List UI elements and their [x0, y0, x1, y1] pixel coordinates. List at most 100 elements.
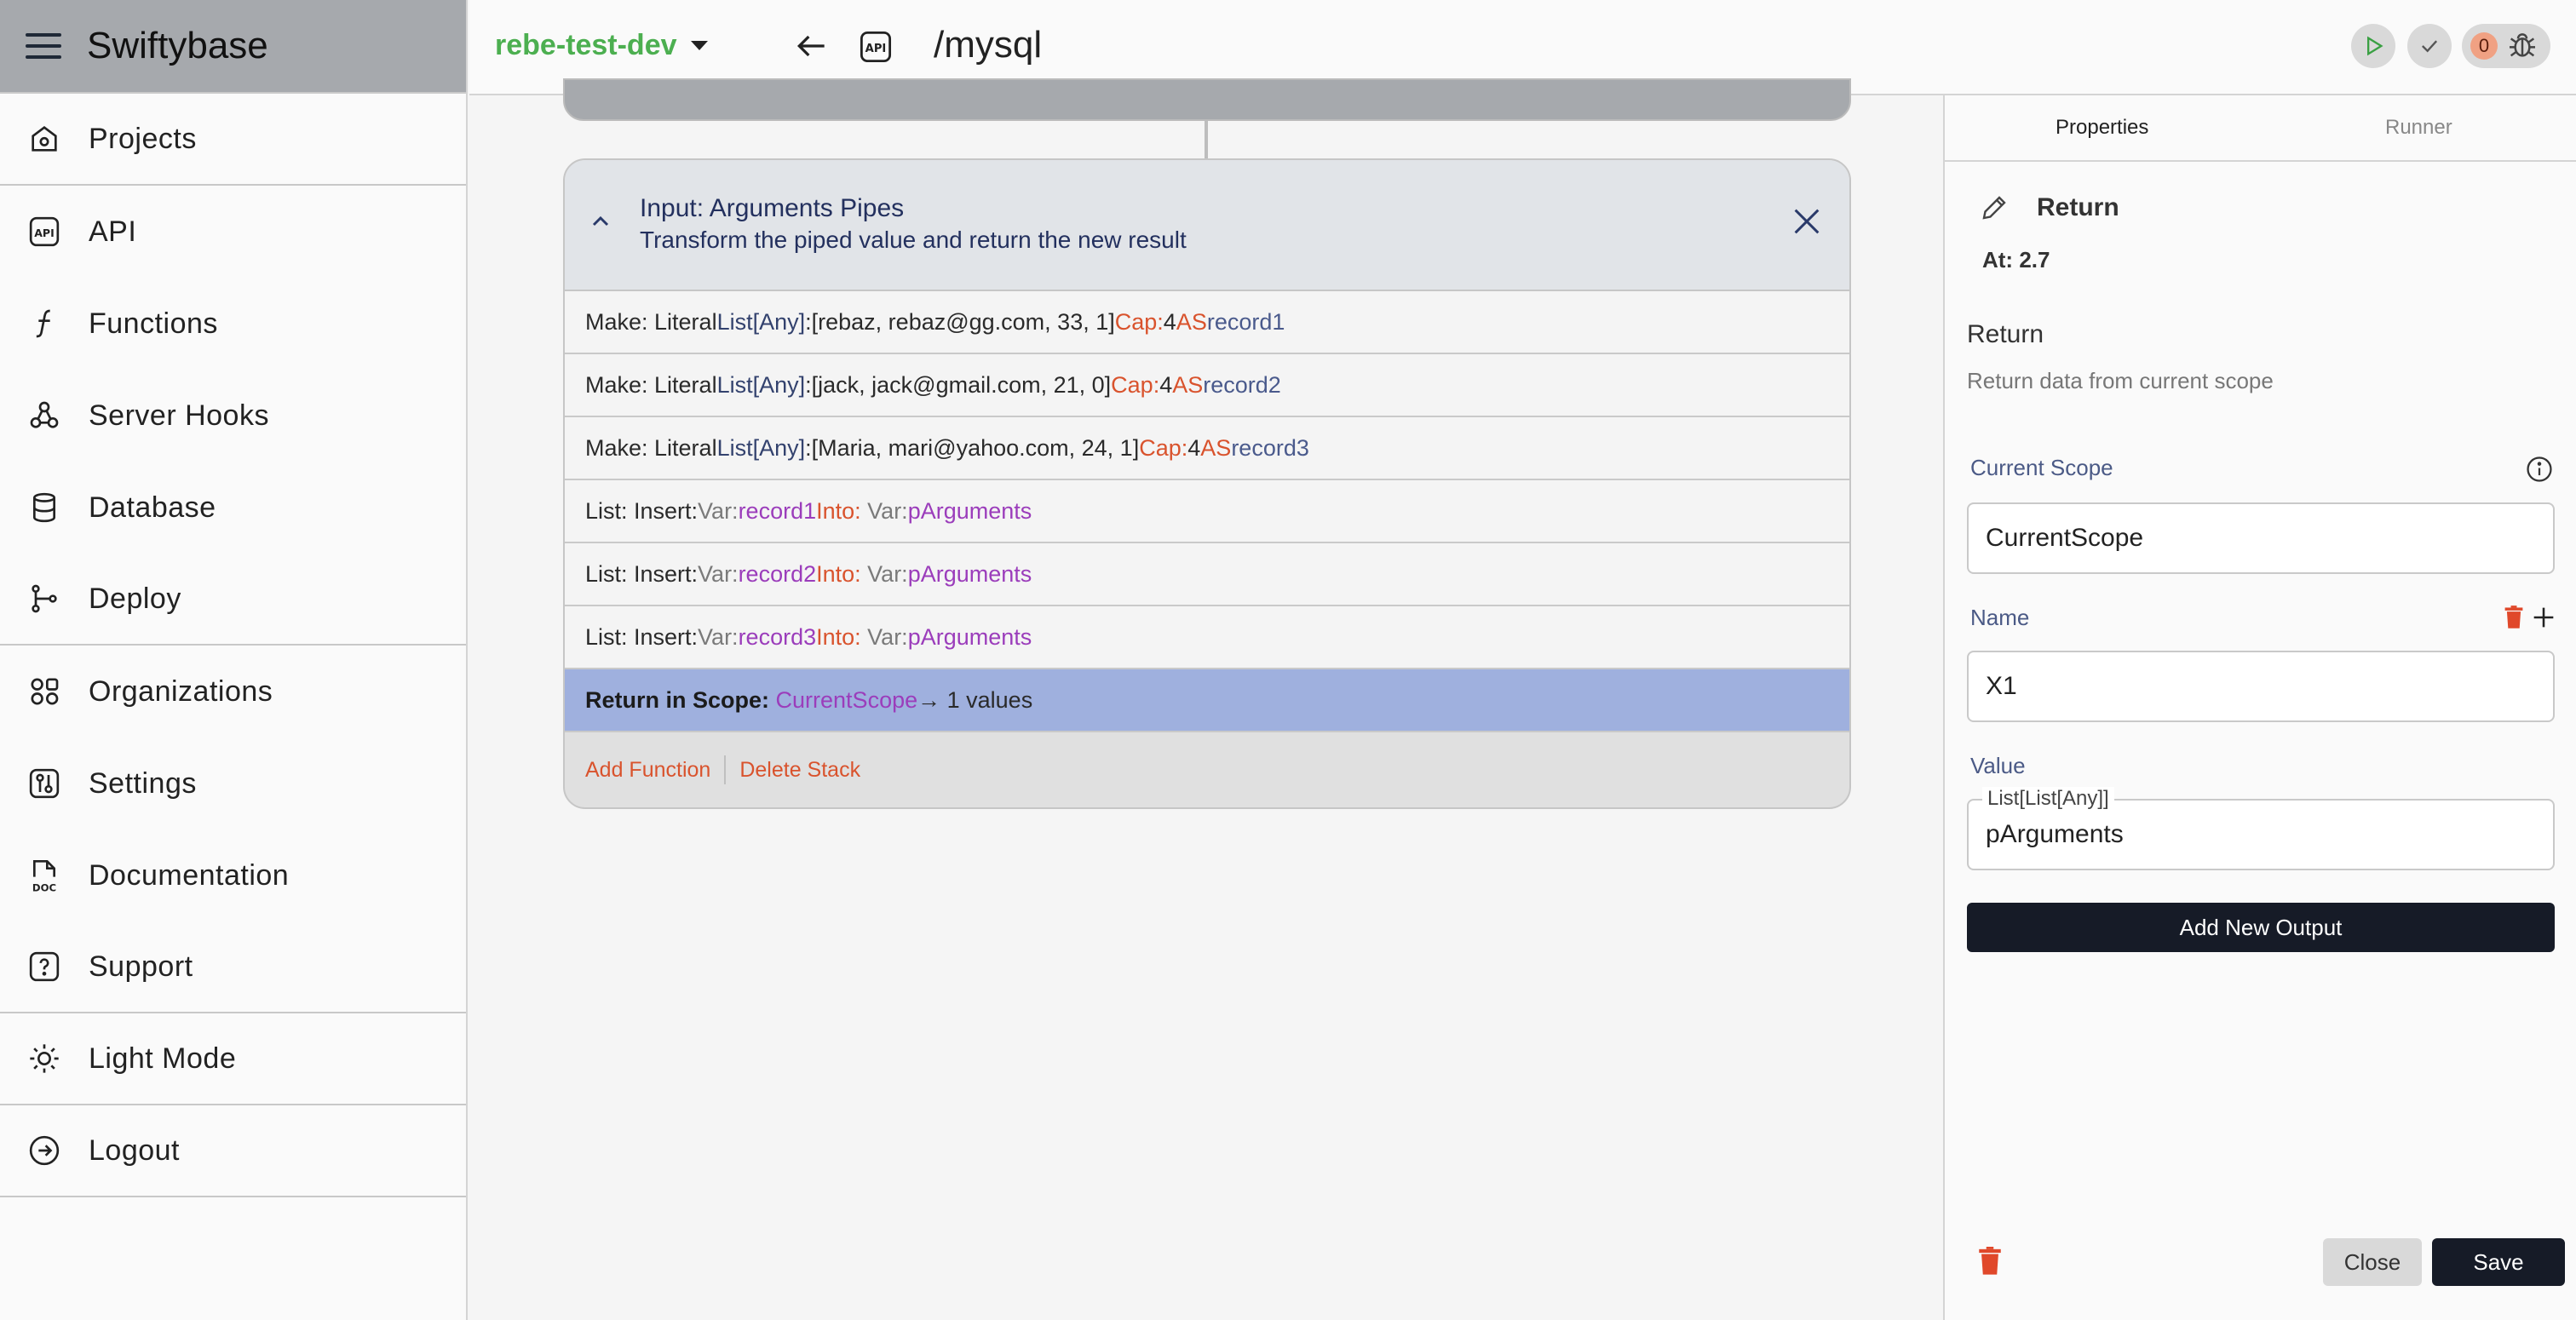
function-row-list-insert-3[interactable]: List: Insert: Var: record3 Into: Var: pA…	[565, 606, 1849, 669]
function-row-return-selected[interactable]: Return in Scope: CurrentScope → 1 values	[565, 669, 1849, 732]
validate-button[interactable]	[2407, 24, 2452, 68]
current-scope-value: CurrentScope	[1986, 524, 2144, 552]
sidebar-item-label: Documentation	[89, 858, 290, 892]
sidebar-item-label: Database	[89, 491, 216, 524]
stack-header: Input: Arguments Pipes Transform the pip…	[565, 160, 1849, 291]
sidebar-item-light-mode[interactable]: Light Mode	[0, 1013, 466, 1105]
row-as: AS	[1176, 308, 1207, 335]
canvas: Input: Arguments Pipes Transform the pip…	[469, 78, 1943, 1320]
close-button[interactable]: Close	[2323, 1238, 2422, 1286]
row-suffix: → 1 values	[917, 686, 1033, 713]
sidebar-item-database[interactable]: Database	[0, 462, 466, 554]
row-colon: :	[805, 371, 812, 398]
sidebar-item-label: Organizations	[89, 674, 273, 708]
function-description: Return data from current scope	[1967, 368, 2274, 393]
tab-properties[interactable]: Properties	[2056, 116, 2148, 140]
sidebar-item-label: Settings	[89, 766, 197, 800]
svg-text:API: API	[34, 227, 55, 239]
trash-icon[interactable]	[2502, 605, 2526, 630]
function-stack: Input: Arguments Pipes Transform the pip…	[563, 158, 1851, 809]
row-var-value: pArguments	[907, 623, 1032, 650]
previous-stack-block[interactable]	[563, 78, 1851, 121]
row-cap-value: 4	[1187, 434, 1201, 461]
footer-divider	[724, 755, 727, 784]
sidebar-item-logout[interactable]: Logout	[0, 1105, 466, 1197]
row-var-label: Var:	[698, 560, 739, 587]
sidebar-item-projects[interactable]: Projects	[0, 94, 466, 186]
info-icon[interactable]	[2525, 455, 2554, 484]
function-row-make-literal-3[interactable]: Make: Literal List[Any]: [Maria, mari@ya…	[565, 417, 1849, 480]
row-colon: :	[805, 434, 812, 461]
settings-icon	[26, 765, 63, 802]
value-value: pArguments	[1986, 820, 2124, 848]
sidebar-item-label: Server Hooks	[89, 399, 269, 432]
sidebar-item-server-hooks[interactable]: Server Hooks	[0, 370, 466, 462]
sidebar-item-documentation[interactable]: DOC Documentation	[0, 829, 466, 921]
function-row-list-insert-1[interactable]: List: Insert: Var: record1 Into: Var: pA…	[565, 480, 1849, 543]
pencil-icon[interactable]	[1979, 192, 2010, 223]
properties-panel: Properties Runner Return At: 2.7 Return …	[1943, 95, 2576, 1320]
environment-selector[interactable]: rebe-test-dev	[495, 29, 708, 62]
row-var-name: record2	[1203, 371, 1281, 398]
row-value: [jack, jack@gmail.com, 21, 0]	[811, 371, 1112, 398]
sidebar-item-functions[interactable]: Functions	[0, 278, 466, 370]
sidebar: Swiftybase Projects API API Functions Se…	[0, 0, 468, 1320]
value-type-legend: List[List[Any]]	[1982, 787, 2114, 811]
row-return-label: Return in Scope:	[585, 686, 770, 713]
name-field[interactable]: X1	[1967, 651, 2555, 722]
doc-icon: DOC	[26, 857, 63, 894]
app-title: Swiftybase	[87, 25, 268, 66]
save-button[interactable]: Save	[2432, 1238, 2565, 1286]
row-cap-label: Cap:	[1114, 308, 1164, 335]
run-button[interactable]	[2351, 24, 2395, 68]
function-icon	[26, 305, 63, 342]
row-var-value: record2	[738, 560, 817, 587]
svg-text:DOC: DOC	[32, 881, 56, 893]
bug-icon[interactable]	[2505, 27, 2543, 65]
add-function-link[interactable]: Add Function	[585, 758, 710, 783]
stack-subtitle: Transform the piped value and return the…	[640, 227, 1187, 253]
row-var-value: record3	[738, 623, 817, 650]
sidebar-item-label: Light Mode	[89, 1042, 237, 1075]
sidebar-item-support[interactable]: Support	[0, 921, 466, 1013]
help-icon	[26, 948, 63, 985]
row-var-value: record1	[738, 497, 817, 524]
caret-down-icon	[690, 41, 708, 50]
row-colon: :	[805, 308, 812, 335]
plus-icon[interactable]	[2529, 603, 2558, 632]
name-value: X1	[1986, 672, 2017, 700]
tab-runner[interactable]: Runner	[2385, 116, 2452, 140]
function-row-make-literal-1[interactable]: Make: Literal List[Any]: [rebaz, rebaz@g…	[565, 291, 1849, 354]
name-label: Name	[1970, 605, 2030, 630]
sidebar-item-organizations[interactable]: Organizations	[0, 646, 466, 737]
sidebar-item-label: Support	[89, 950, 193, 983]
panel-tabs: Properties Runner	[1945, 95, 2576, 162]
delete-stack-link[interactable]: Delete Stack	[739, 758, 860, 783]
function-name: Return	[1967, 320, 2044, 348]
back-arrow-icon[interactable]	[793, 27, 831, 65]
row-var-value: pArguments	[907, 497, 1032, 524]
stack-title: Input: Arguments Pipes	[640, 194, 905, 222]
row-var-value: pArguments	[907, 560, 1032, 587]
row-scope: CurrentScope	[775, 686, 918, 713]
sidebar-item-settings[interactable]: Settings	[0, 737, 466, 829]
environment-name: rebe-test-dev	[495, 29, 677, 61]
chevron-up-icon[interactable]	[587, 208, 614, 235]
row-prefix: Make: Literal	[585, 308, 717, 335]
menu-icon[interactable]	[26, 33, 61, 59]
function-row-make-literal-2[interactable]: Make: Literal List[Any]: [jack, jack@gma…	[565, 354, 1849, 417]
close-icon[interactable]	[1790, 204, 1824, 238]
row-value: [rebaz, rebaz@gg.com, 33, 1]	[811, 308, 1115, 335]
sidebar-header: Swiftybase	[0, 0, 466, 94]
row-as: AS	[1200, 434, 1232, 461]
function-row-list-insert-2[interactable]: List: Insert: Var: record2 Into: Var: pA…	[565, 543, 1849, 606]
value-field[interactable]: List[List[Any]] pArguments	[1967, 787, 2555, 870]
trash-icon[interactable]	[1975, 1245, 2004, 1277]
sidebar-item-label: API	[89, 215, 137, 248]
git-branch-icon	[26, 580, 63, 617]
sidebar-item-deploy[interactable]: Deploy	[0, 554, 466, 646]
row-as: AS	[1172, 371, 1204, 398]
sidebar-item-api[interactable]: API API	[0, 186, 466, 278]
add-new-output-button[interactable]: Add New Output	[1967, 903, 2555, 952]
current-scope-field[interactable]: CurrentScope	[1967, 502, 2555, 574]
